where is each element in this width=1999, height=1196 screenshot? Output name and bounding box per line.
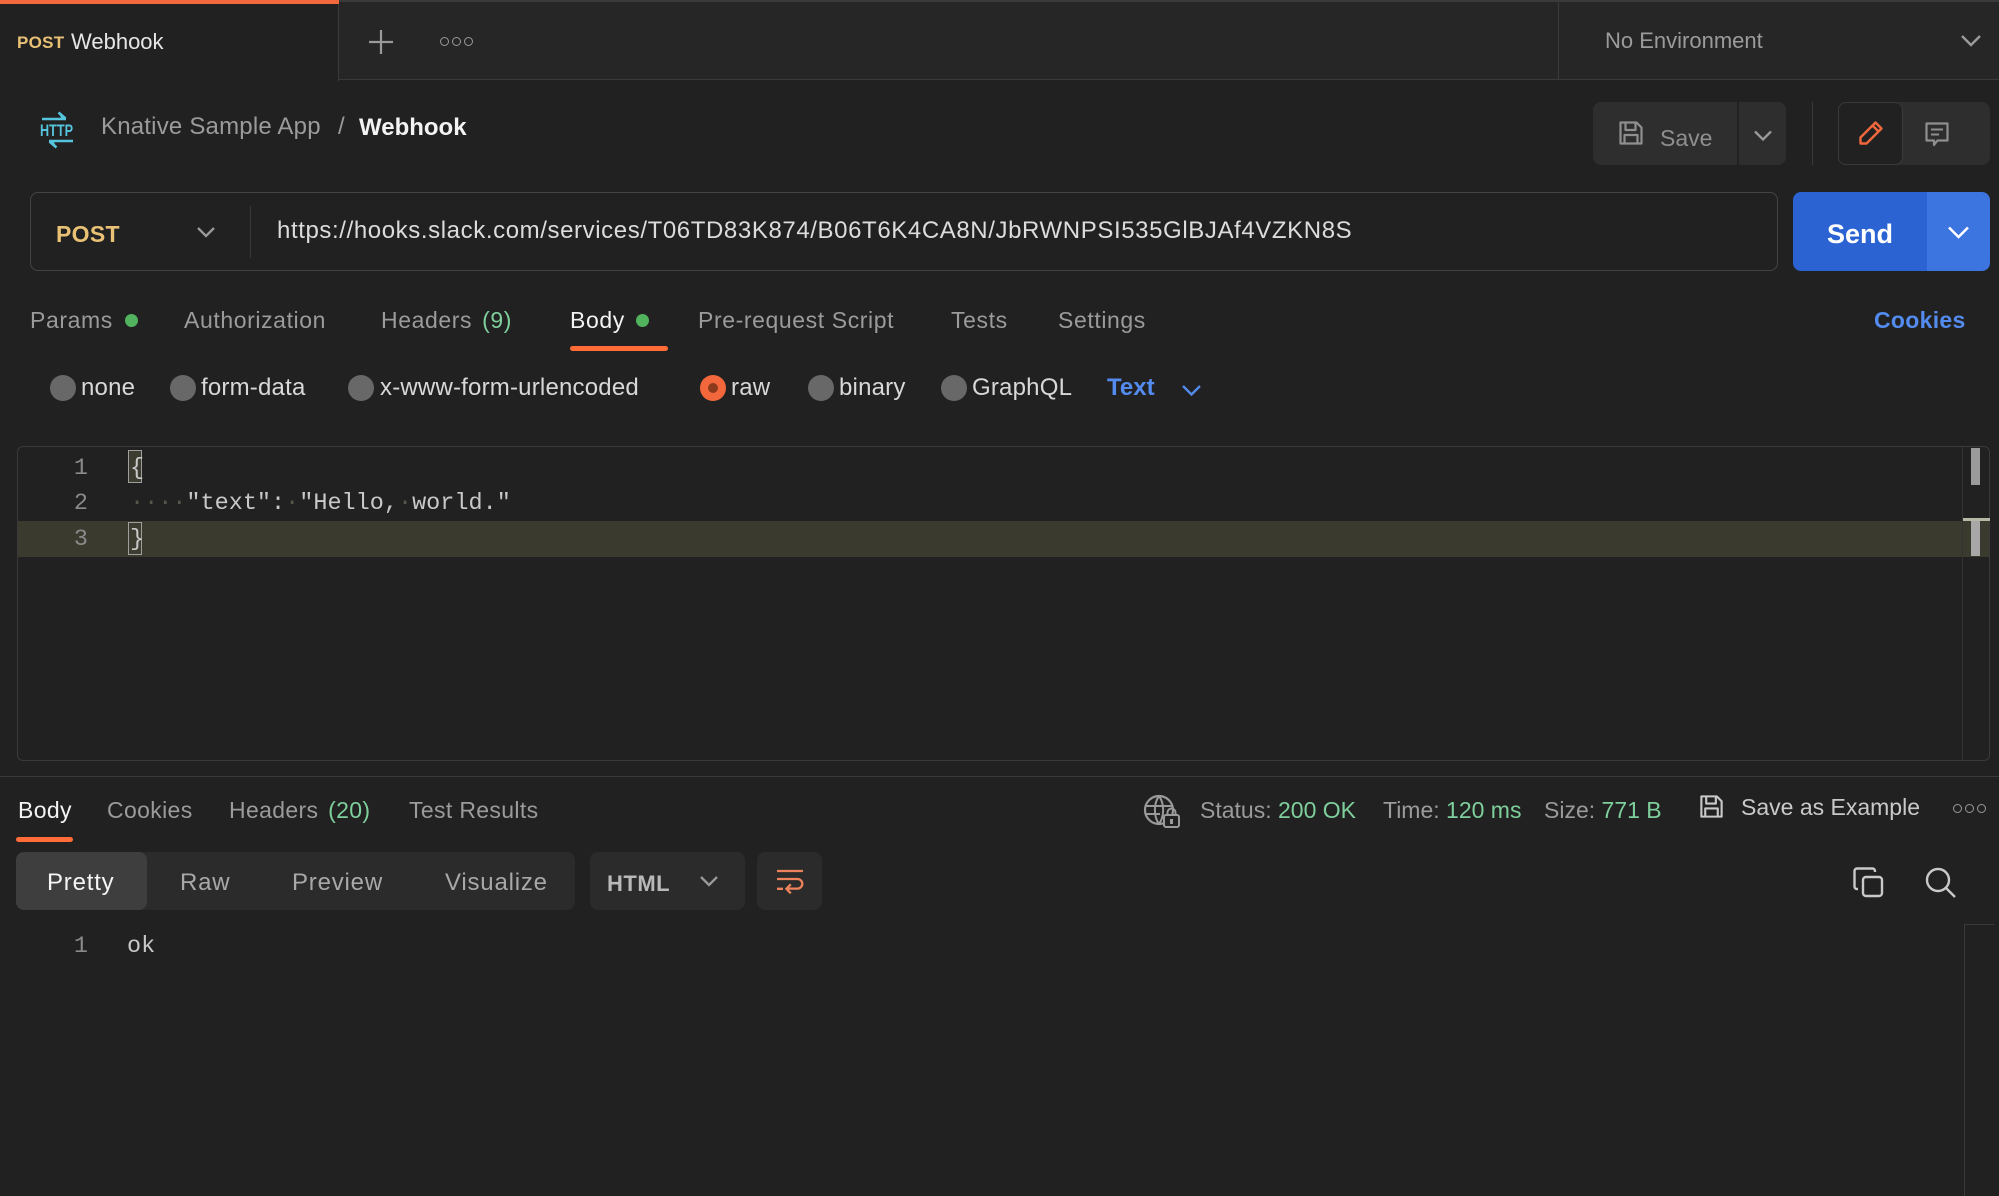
svg-text:HTTP: HTTP xyxy=(40,121,73,140)
